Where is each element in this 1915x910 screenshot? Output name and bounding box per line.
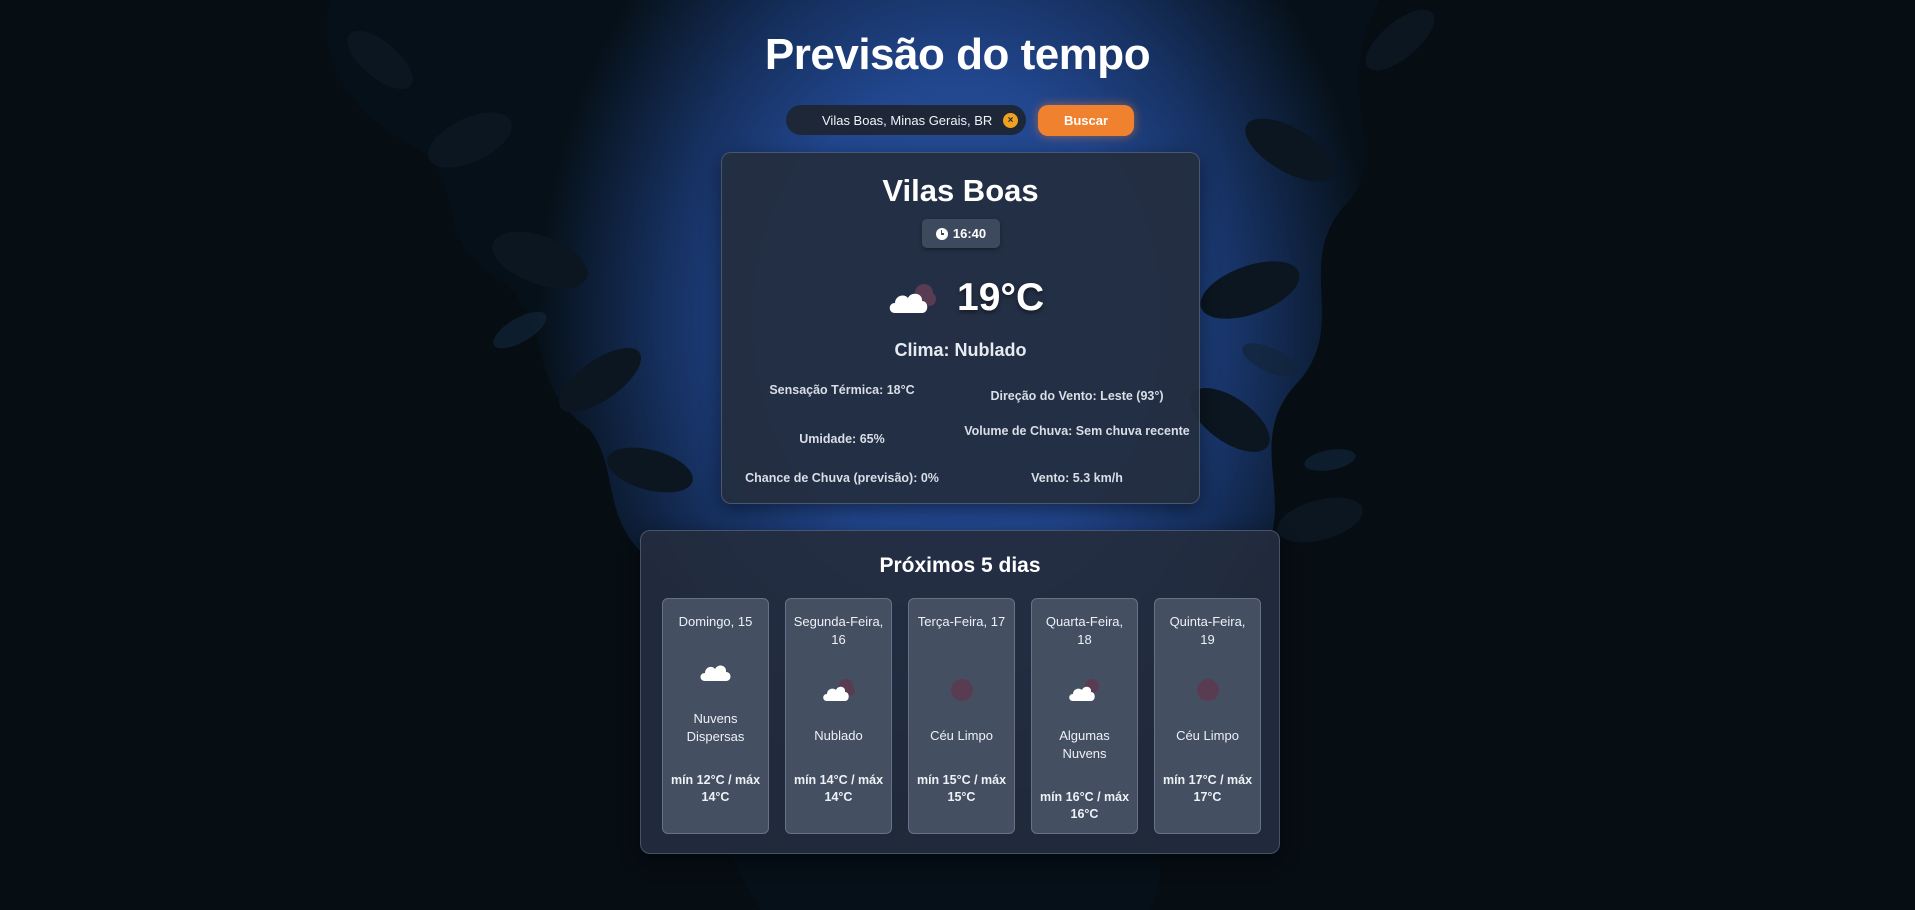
day-temperature: mín 15°C / máx 15°C [916, 773, 1007, 804]
rain-chance: Chance de Chuva (previsão): 0% [745, 471, 939, 485]
day-description: Nuvens Dispersas [686, 711, 745, 744]
city-name: Vilas Boas [882, 173, 1039, 208]
day-description: Céu Limpo [1176, 728, 1239, 743]
wind-direction: Direção do Vento: Leste (93°) [990, 389, 1164, 403]
few-clouds-icon [1069, 679, 1099, 701]
day-name: Domingo, 15 [678, 614, 753, 629]
feels-like: Sensação Térmica: 18°C [769, 383, 915, 397]
temperature-row: 19°C [885, 271, 1055, 331]
day-name: Segunda-Feira, 16 [793, 614, 884, 647]
clock-icon [935, 227, 948, 240]
forecast-card: Próximos 5 dias Domingo, 15 Nuvens Dispe… [640, 530, 1280, 854]
cloudy-icon [889, 284, 936, 313]
day-name: Terça-Feira, 17 [917, 614, 1006, 629]
current-temperature: 19°C [957, 276, 1045, 319]
search-input[interactable] [822, 112, 1002, 128]
day-description: Céu Limpo [930, 728, 993, 743]
search-bar: × [786, 105, 1026, 135]
day-name: Quinta-Feira, 19 [1169, 614, 1246, 647]
search-button[interactable]: Buscar [1038, 105, 1134, 136]
clear-night-icon [1197, 679, 1219, 701]
time-badge: 16:40 [922, 219, 1000, 248]
current-weather-card: Vilas Boas 16:40 19°C Clima: Nublado Sen… [721, 152, 1200, 504]
day-temperature: mín 17°C / máx 17°C [1162, 773, 1253, 804]
page-title: Previsão do tempo [764, 30, 1151, 79]
local-time: 16:40 [952, 226, 987, 241]
day-temperature: mín 14°C / máx 14°C [793, 773, 884, 804]
day-temperature: mín 12°C / máx 14°C [670, 773, 761, 804]
humidity: Umidade: 65% [799, 432, 885, 446]
cloudy-icon [823, 679, 855, 701]
forecast-day-card: Terça-Feira, 17 Céu Limpo mín 15°C / máx… [908, 598, 1015, 834]
forecast-day-card: Segunda-Feira, 16 Nublado mín 14°C / máx… [785, 598, 892, 834]
day-description: Algumas Nuvens [1059, 728, 1110, 761]
forecast-day-card: Domingo, 15 Nuvens Dispersas mín 12°C / … [662, 598, 769, 834]
wind-speed: Vento: 5.3 km/h [1031, 471, 1123, 485]
forecast-day-card: Quinta-Feira, 19 Céu Limpo mín 17°C / má… [1154, 598, 1261, 834]
scattered-clouds-icon [700, 665, 731, 681]
day-name: Quarta-Feira, 18 [1045, 614, 1124, 647]
forecast-day-card: Quarta-Feira, 18 Algumas Nuvens mín 16°C… [1031, 598, 1138, 834]
clear-night-icon [951, 679, 973, 701]
clear-search-button[interactable]: × [1003, 113, 1018, 128]
rain-volume: Volume de Chuva: Sem chuva recente [964, 424, 1190, 438]
weather-app: Previsão do tempo × Buscar Vilas Boas 16… [0, 0, 1915, 910]
weather-description: Clima: Nublado [894, 340, 1027, 360]
day-temperature: mín 16°C / máx 16°C [1039, 790, 1130, 821]
forecast-title: Próximos 5 dias [879, 554, 1041, 577]
day-description: Nublado [814, 728, 863, 743]
